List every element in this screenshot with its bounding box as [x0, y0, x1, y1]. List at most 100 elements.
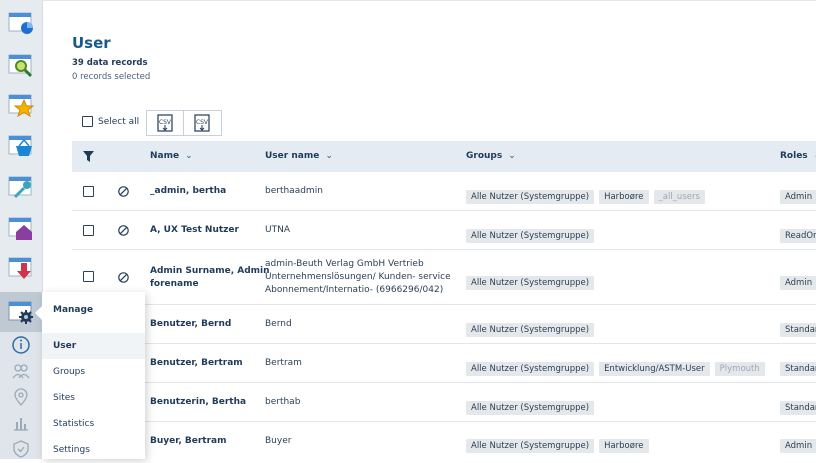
dashboard-icon[interactable]: [6, 8, 36, 38]
role-chip: Admin: [780, 439, 816, 453]
block-user-icon[interactable]: [118, 272, 129, 283]
home-icon[interactable]: [6, 213, 36, 243]
user-role: Standar: [780, 317, 816, 337]
group-chip: Alle Nutzer (Systemgruppe): [466, 323, 595, 337]
column-header-groups[interactable]: Groups ⌄: [466, 141, 516, 172]
side-rail: [0, 0, 43, 459]
menu-item-settings[interactable]: Settings: [42, 437, 145, 463]
user-username: berthab: [265, 397, 301, 407]
statistics-icon[interactable]: [11, 413, 31, 433]
user-role: Admin: [780, 184, 816, 204]
row-checkbox[interactable]: [83, 271, 94, 282]
search-docs-icon[interactable]: [6, 50, 36, 80]
user-groups: Alle Nutzer (Systemgruppe) Harboøre _all_u…: [466, 184, 766, 204]
table-row[interactable]: Benutzer, Bernd Bernd Alle Nutzer (Syste…: [72, 305, 816, 344]
user-groups: Alle Nutzer (Systemgruppe) Harboøre: [466, 433, 766, 453]
user-username: UTNA: [265, 225, 290, 235]
location-icon[interactable]: [11, 387, 31, 407]
user-role: Admin: [780, 433, 816, 453]
table-row[interactable]: Benutzer, Bertram Bertram Alle Nutzer (S…: [72, 344, 816, 383]
flyout-title: Manage: [53, 305, 94, 315]
info-icon[interactable]: [11, 335, 31, 355]
role-chip: Standar: [780, 362, 816, 376]
table-row[interactable]: Buyer, Bertram Buyer Alle Nutzer (System…: [72, 422, 816, 459]
user-role: ReadOn: [780, 223, 816, 243]
user-groups: Alle Nutzer (Systemgruppe): [466, 270, 766, 290]
main-content: User 39 data records 0 records selected …: [42, 0, 816, 459]
user-groups: Alle Nutzer (Systemgruppe): [466, 223, 766, 243]
table-row[interactable]: A, UX Test Nutzer UTNA Alle Nutzer (Syst…: [72, 211, 816, 250]
table-row[interactable]: Benutzerin, Bertha berthab Alle Nutzer (…: [72, 383, 816, 422]
user-name-line: Admin Surname, Admin: [150, 266, 270, 276]
user-groups: Alle Nutzer (Systemgruppe): [466, 395, 766, 415]
user-username: Bernd: [265, 319, 292, 329]
user-name: _admin, bertha: [150, 186, 227, 196]
row-checkbox[interactable]: [83, 225, 94, 236]
user-username-line: Abonnement/Internatio- (6966296/042): [265, 285, 444, 295]
user-groups: Alle Nutzer (Systemgruppe): [466, 317, 766, 337]
filter-icon[interactable]: [83, 151, 94, 162]
user-role: Admin: [780, 270, 816, 290]
user-username: berthaadmin: [265, 186, 323, 196]
user-username-line: admin-Beuth Verlag GmbH Vertrieb: [265, 259, 424, 269]
block-user-icon[interactable]: [118, 186, 129, 197]
key-icon[interactable]: [6, 172, 36, 202]
column-header-username-label: User name: [265, 151, 320, 161]
svg-text:CSV: CSV: [159, 119, 172, 126]
role-chip: Admin: [780, 276, 816, 290]
favorites-icon[interactable]: [6, 90, 36, 120]
column-header-name[interactable]: Name ⌄: [150, 141, 193, 172]
menu-item-groups[interactable]: Groups: [42, 359, 145, 385]
column-header-roles-label: Roles: [780, 151, 808, 161]
svg-text:CSV: CSV: [196, 119, 209, 126]
user-name: Buyer, Bertram: [150, 436, 227, 446]
menu-item-sites[interactable]: Sites: [42, 385, 145, 411]
table-row[interactable]: Admin Surname, Admin forename admin-Beuth…: [72, 250, 816, 305]
sort-chevron-icon: ⌄: [185, 151, 193, 161]
export-separator: [183, 111, 184, 135]
csv-import-icon[interactable]: CSV: [190, 113, 214, 133]
block-user-icon[interactable]: [118, 225, 129, 236]
export-buttons: CSV CSV: [146, 110, 222, 136]
column-header-name-label: Name: [150, 151, 180, 161]
group-chip: Alle Nutzer (Systemgruppe): [466, 276, 595, 290]
menu-item-statistics[interactable]: Statistics: [42, 411, 145, 437]
selected-count: 0 records selected: [72, 72, 151, 82]
users-icon[interactable]: [11, 361, 31, 381]
group-chip: Harboøre: [599, 190, 649, 204]
table-header: Name ⌄ User name ⌄ Groups ⌄ Roles⌄: [72, 141, 816, 172]
select-all[interactable]: Select all: [82, 116, 139, 127]
group-chip: Alle Nutzer (Systemgruppe): [466, 401, 595, 415]
record-count: 39 data records: [72, 58, 148, 68]
column-header-groups-label: Groups: [466, 151, 503, 161]
sort-chevron-icon: ⌄: [508, 151, 516, 161]
user-name-line: forename: [150, 279, 199, 289]
basket-icon[interactable]: [6, 131, 36, 161]
user-name: Admin Surname, Admin forename: [150, 265, 270, 291]
user-groups: Alle Nutzer (Systemgruppe) Entwicklung/AS…: [466, 356, 766, 376]
manage-flyout-menu: Manage User Groups Sites Statistics Sett…: [35, 292, 145, 459]
table-row[interactable]: _admin, bertha berthaadmin Alle Nutzer (…: [72, 172, 816, 211]
user-name: A, UX Test Nutzer: [150, 225, 239, 235]
column-header-roles[interactable]: Roles⌄: [780, 141, 816, 172]
group-chip: Alle Nutzer (Systemgruppe): [466, 439, 595, 453]
column-header-username[interactable]: User name ⌄: [265, 141, 333, 172]
top-divider: [42, 0, 816, 1]
group-chip: _all_users: [653, 190, 705, 204]
settings-shield-icon[interactable]: [11, 439, 31, 459]
group-chip: Alle Nutzer (Systemgruppe): [466, 229, 595, 243]
select-all-checkbox[interactable]: [82, 116, 93, 127]
user-username: Buyer: [265, 436, 292, 446]
user-username: admin-Beuth Verlag GmbH Vertrieb Unterneh…: [265, 258, 451, 297]
manage-icon[interactable]: [6, 297, 36, 327]
user-username: Bertram: [265, 358, 302, 368]
select-all-label: Select all: [98, 117, 140, 127]
menu-item-user[interactable]: User: [42, 333, 145, 359]
download-icon[interactable]: [6, 253, 36, 283]
role-chip: Standar: [780, 401, 816, 415]
group-chip: Plymouth: [714, 362, 765, 376]
group-chip: Alle Nutzer (Systemgruppe): [466, 190, 595, 204]
csv-export-icon[interactable]: CSV: [153, 113, 177, 133]
row-checkbox[interactable]: [83, 186, 94, 197]
group-chip: Entwicklung/ASTM-User: [599, 362, 710, 376]
